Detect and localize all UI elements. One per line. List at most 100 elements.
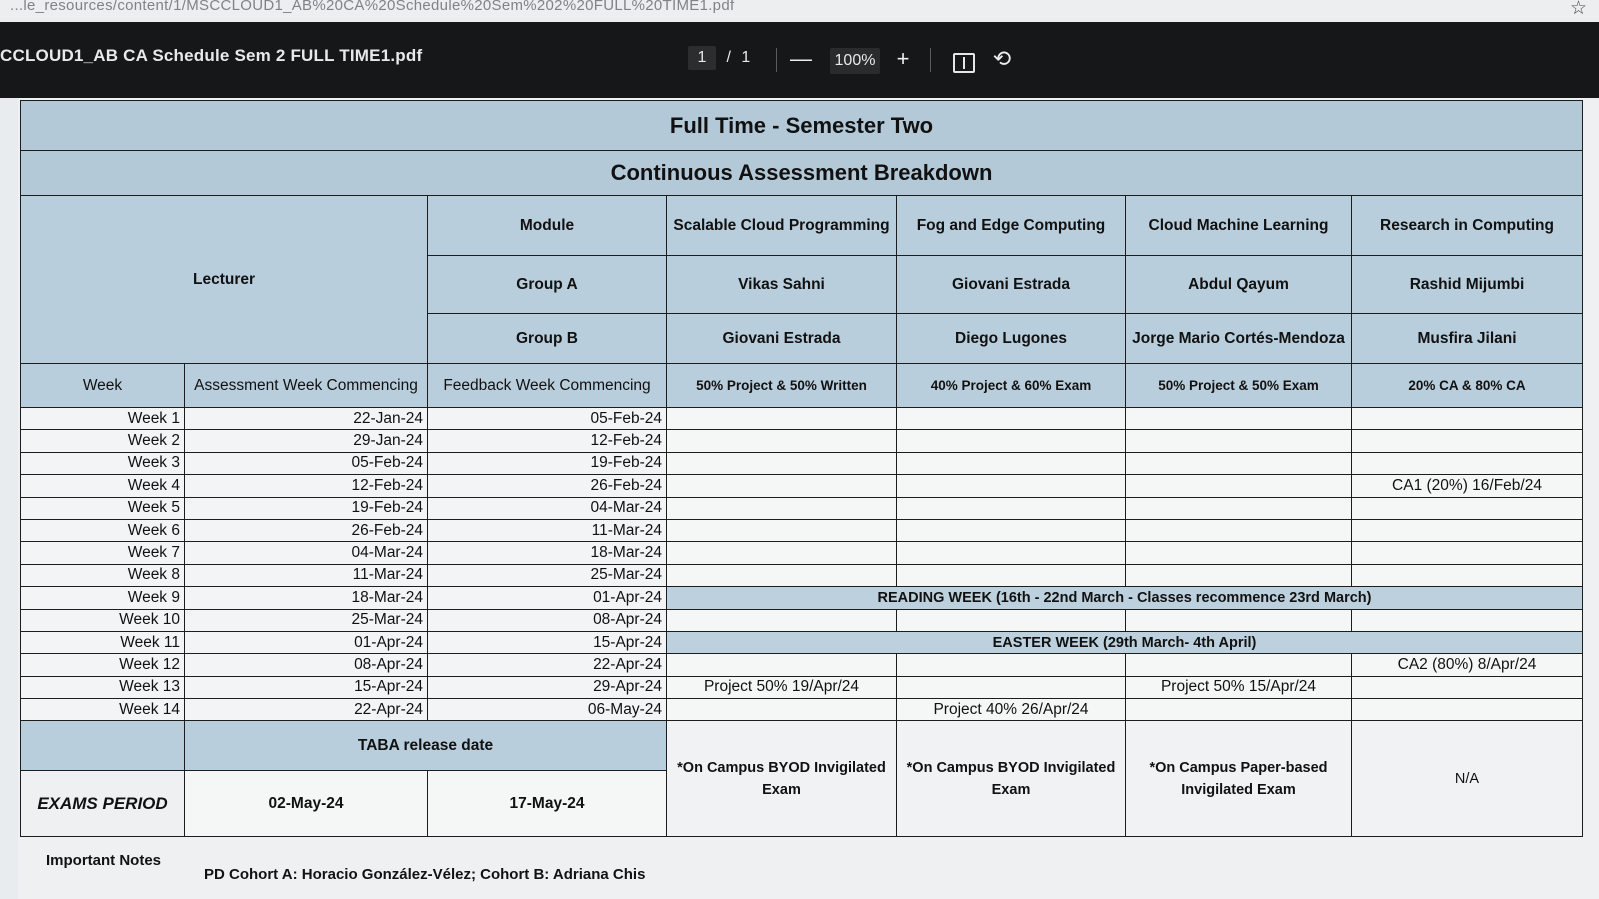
module-weighting: 20% CA & 80% CA <box>1350 363 1584 408</box>
week-number: Week 2 <box>20 429 185 453</box>
important-notes-heading: Important Notes <box>46 852 162 869</box>
group-b-header: Group B <box>427 313 667 364</box>
assessment-cell <box>1350 563 1584 588</box>
assessment-cell <box>1125 406 1352 431</box>
assessment-date: 22-Jan-24 <box>184 406 428 431</box>
exam-type: N/A <box>1350 720 1584 838</box>
module-weighting: 50% Project & 50% Exam <box>1125 363 1352 408</box>
assessment-date: 12-Feb-24 <box>184 474 428 498</box>
module-weighting: 40% Project & 60% Exam <box>896 363 1126 408</box>
feedback-date: 01-Apr-24 <box>427 586 667 610</box>
schedule-title: Full Time - Semester Two <box>19 100 1584 151</box>
week-row: Week 4 12-Feb-24 26-Feb-24 CA1 (20%) 16/Feb… <box>20 474 1584 498</box>
address-bar[interactable]: ...le_resources/content/1/MSCCLOUD1_AB%2… <box>0 0 1599 22</box>
assessment-cell: CA2 (80%) 8/Apr/24 <box>1350 653 1584 677</box>
zoom-level-input[interactable]: 100% <box>830 48 880 74</box>
assessment-cell <box>1125 563 1352 588</box>
assessment-week-header: Assessment Week Commencing <box>184 363 428 408</box>
week-number: Week 5 <box>20 496 185 520</box>
assessment-cell <box>666 608 897 632</box>
assessment-cell <box>666 541 897 565</box>
week-row: Week 2 29-Jan-24 12-Feb-24 <box>20 429 1584 453</box>
assessment-cell <box>896 451 1126 476</box>
zoom-out-button[interactable]: — <box>784 42 818 76</box>
feedback-date: 19-Feb-24 <box>427 451 667 476</box>
module-name: Research in Computing <box>1350 195 1584 256</box>
week-row: Week 1 22-Jan-24 05-Feb-24 <box>20 406 1584 431</box>
feedback-week-header: Feedback Week Commencing <box>427 363 667 408</box>
group-b-lecturer: Jorge Mario Cortés-Mendoza <box>1125 313 1352 364</box>
assessment-cell <box>896 675 1126 700</box>
assessment-cell <box>666 451 897 476</box>
week-row: Week 14 22-Apr-24 06-May-24 Project 40% 26/… <box>20 698 1584 722</box>
toolbar-divider <box>930 48 931 72</box>
pdf-toolbar: CCLOUD1_AB CA Schedule Sem 2 FULL TIME1.… <box>0 22 1599 98</box>
week-row: Week 12 08-Apr-24 22-Apr-24 CA2 (80%) 8/Apr… <box>20 653 1584 677</box>
feedback-date: 04-Mar-24 <box>427 496 667 520</box>
feedback-date: 25-Mar-24 <box>427 563 667 588</box>
assessment-cell <box>1125 429 1352 453</box>
week-row: Week 10 25-Mar-24 08-Apr-24 <box>20 608 1584 632</box>
week-row: Week 11 01-Apr-24 15-Apr-24 EASTER WEEK (29… <box>20 630 1584 655</box>
page-number-input[interactable]: 1 <box>688 46 716 70</box>
exams-end-date: 17-May-24 <box>427 770 667 838</box>
assessment-cell <box>896 406 1126 431</box>
assessment-date: 08-Apr-24 <box>184 653 428 677</box>
assessment-date: 01-Apr-24 <box>184 630 428 655</box>
lecturer-header: Lecturer <box>20 195 428 364</box>
assessment-cell <box>1350 496 1584 520</box>
zoom-in-button[interactable]: + <box>886 42 920 76</box>
assessment-date: 05-Feb-24 <box>184 451 428 476</box>
assessment-cell <box>1125 496 1352 520</box>
assessment-date: 15-Apr-24 <box>184 675 428 700</box>
assessment-cell <box>666 518 897 543</box>
week-number: Week 8 <box>20 563 185 588</box>
fit-to-page-icon[interactable] <box>953 53 975 73</box>
schedule-subtitle: Continuous Assessment Breakdown <box>19 150 1584 196</box>
break-week-banner: READING WEEK (16th - 22nd March - Classe… <box>665 586 1584 610</box>
feedback-date: 12-Feb-24 <box>427 429 667 453</box>
assessment-date: 18-Mar-24 <box>184 586 428 610</box>
exam-type: *On Campus BYOD Invigilated Exam <box>666 720 897 838</box>
week-row: Week 6 26-Feb-24 11-Mar-24 <box>20 518 1584 543</box>
assessment-cell: Project 50% 15/Apr/24 <box>1125 675 1352 700</box>
assessment-cell <box>896 563 1126 588</box>
assessment-cell <box>1125 451 1352 476</box>
week-number: Week 14 <box>20 698 185 722</box>
assessment-cell <box>896 429 1126 453</box>
page-separator: / <box>726 49 731 66</box>
assessment-cell <box>1125 518 1352 543</box>
exams-period-label: EXAMS PERIOD <box>20 770 185 838</box>
assessment-cell <box>1350 541 1584 565</box>
assessment-cell <box>666 474 897 498</box>
assessment-cell <box>666 496 897 520</box>
assessment-cell <box>896 518 1126 543</box>
week-number: Week 13 <box>20 675 185 700</box>
week-number: Week 10 <box>20 608 185 632</box>
week-number: Week 7 <box>20 541 185 565</box>
week-number: Week 12 <box>20 653 185 677</box>
assessment-cell <box>666 698 897 722</box>
group-a-lecturer: Vikas Sahni <box>666 255 897 314</box>
module-weighting: 50% Project & 50% Written <box>666 363 897 408</box>
group-a-lecturer: Giovani Estrada <box>896 255 1126 314</box>
bookmark-star-icon[interactable]: ☆ <box>1570 0 1587 18</box>
feedback-date: 05-Feb-24 <box>427 406 667 431</box>
feedback-date: 08-Apr-24 <box>427 608 667 632</box>
rotate-icon[interactable]: ⟲ <box>985 42 1019 76</box>
assessment-cell <box>896 653 1126 677</box>
assessment-date: 11-Mar-24 <box>184 563 428 588</box>
toolbar-divider <box>776 48 777 72</box>
assessment-cell <box>896 608 1126 632</box>
feedback-date: 18-Mar-24 <box>427 541 667 565</box>
week-row: Week 13 15-Apr-24 29-Apr-24 Project 50% 19/… <box>20 675 1584 700</box>
week-rows: Week 1 22-Jan-24 05-Feb-24 Week 2 29-Jan-24 1… <box>20 406 1584 722</box>
module-header: Module <box>427 195 667 256</box>
group-b-lecturer: Musfira Jilani <box>1350 313 1584 364</box>
week-number: Week 6 <box>20 518 185 543</box>
week-row: Week 3 05-Feb-24 19-Feb-24 <box>20 451 1584 476</box>
taba-release-header: TABA release date <box>184 720 667 772</box>
week-row: Week 7 04-Mar-24 18-Mar-24 <box>20 541 1584 565</box>
assessment-cell <box>896 474 1126 498</box>
assessment-cell <box>1350 406 1584 431</box>
